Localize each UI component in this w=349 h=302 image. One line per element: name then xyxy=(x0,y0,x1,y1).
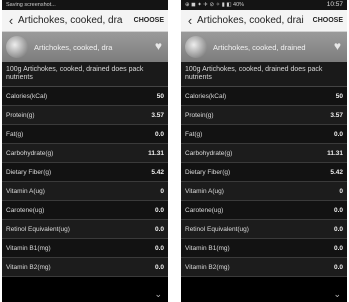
nutrient-name: Protein(g) xyxy=(185,111,214,119)
nutrient-value: 0.0 xyxy=(154,244,164,252)
status-bar: ⊕ ◼ ✦ ✈ ⊘ ✧ ▮ ◧ 40% 10:57 xyxy=(181,0,347,10)
nutrient-name: Vitamin A(ug) xyxy=(6,187,45,195)
status-bar: Saving screenshot... xyxy=(2,0,168,10)
nutrient-row: Fat(g) 0.0 xyxy=(181,125,347,144)
nutrient-description: 100g Artichokes, cooked, drained does pa… xyxy=(2,62,168,87)
left-phone-screen: Saving screenshot... ‹ Artichokes, cooke… xyxy=(2,0,168,302)
nutrient-value: 3.57 xyxy=(151,111,164,119)
nutrient-name: Dietary Fiber(g) xyxy=(6,168,52,176)
banner-label: Artichokes, cooked, drained xyxy=(213,42,306,52)
nutrient-row: Vitamin B1(mg) 0.0 xyxy=(181,239,347,258)
nutrient-name: Fat(g) xyxy=(185,130,203,138)
nutrient-name: Calories(kCal) xyxy=(185,92,227,100)
chevron-down-icon[interactable]: ⌄ xyxy=(333,289,341,300)
app-bar: ‹ Artichokes, cooked, dra CHOOSE xyxy=(2,10,168,32)
right-phone-screen: ⊕ ◼ ✦ ✈ ⊘ ✧ ▮ ◧ 40% 10:57 ‹ Artichokes, … xyxy=(181,0,347,302)
nutrient-value: 0.0 xyxy=(333,244,343,252)
nutrient-name: Vitamin B1(mg) xyxy=(6,244,51,252)
nutrient-row: Vitamin A(ug) 0 xyxy=(181,182,347,201)
nutrient-value: 0.0 xyxy=(333,225,343,233)
nutrient-name: Vitamin A(ug) xyxy=(185,187,224,195)
nutrient-value: 11.31 xyxy=(327,149,343,157)
nutrient-value: 0.0 xyxy=(333,263,343,271)
nutrient-row: Protein(g) 3.57 xyxy=(2,106,168,125)
nutrient-value: 0.0 xyxy=(154,206,164,214)
nutrient-row: Calories(kCal) 50 xyxy=(181,87,347,106)
status-text: Saving screenshot... xyxy=(6,2,56,8)
nutrient-row: Retinol Equivalent(ug) 0.0 xyxy=(181,220,347,239)
nutrient-name: Retinol Equivalent(ug) xyxy=(6,225,70,233)
nutrient-value: 0.0 xyxy=(333,206,343,214)
nutrient-row: Vitamin A(ug) 0 xyxy=(2,182,168,201)
nutrient-row: Protein(g) 3.57 xyxy=(181,106,347,125)
nutrient-value: 0.0 xyxy=(154,225,164,233)
nutrient-row: Carotene(ug) 0.0 xyxy=(181,201,347,220)
nutrient-value: 5.42 xyxy=(330,168,343,176)
heart-icon[interactable]: ♥ xyxy=(334,39,341,53)
back-arrow-icon[interactable]: ‹ xyxy=(183,13,197,28)
heart-icon[interactable]: ♥ xyxy=(155,39,162,53)
nutrient-name: Protein(g) xyxy=(6,111,35,119)
nutrient-value: 0.0 xyxy=(154,263,164,271)
nutrient-value: 0.0 xyxy=(154,130,164,138)
food-banner: Artichokes, cooked, drained ♥ xyxy=(181,32,347,62)
nutrient-value: 3.57 xyxy=(330,111,343,119)
nutrient-name: Vitamin B2(mg) xyxy=(185,263,230,271)
nutrient-value: 5.42 xyxy=(151,168,164,176)
nutrient-value: 11.31 xyxy=(148,149,164,157)
choose-button[interactable]: CHOOSE xyxy=(313,17,347,24)
nutrient-name: Retinol Equivalent(ug) xyxy=(185,225,249,233)
chevron-down-icon[interactable]: ⌄ xyxy=(154,289,162,300)
food-image xyxy=(185,36,207,58)
nutrient-name: Dietary Fiber(g) xyxy=(185,168,231,176)
nutrient-row: Dietary Fiber(g) 5.42 xyxy=(2,163,168,182)
nutrient-row: Vitamin B2(mg) 0.0 xyxy=(181,258,347,277)
nutrient-value: 0 xyxy=(339,187,343,195)
nutrient-list: Calories(kCal) 50 Protein(g) 3.57 Fat(g) 0.… xyxy=(181,87,347,277)
nutrient-row: Dietary Fiber(g) 5.42 xyxy=(181,163,347,182)
nutrient-row: Vitamin B2(mg) 0.0 xyxy=(2,258,168,277)
food-banner: Artichokes, cooked, dra ♥ xyxy=(2,32,168,62)
choose-button[interactable]: CHOOSE xyxy=(134,17,168,24)
nutrient-name: Vitamin B1(mg) xyxy=(185,244,230,252)
nutrient-value: 0 xyxy=(160,187,164,195)
nutrient-list: Calories(kCal) 50 Protein(g) 3.57 Fat(g) 0.… xyxy=(2,87,168,277)
nutrient-name: Fat(g) xyxy=(6,130,24,138)
nutrient-row: Calories(kCal) 50 xyxy=(2,87,168,106)
nutrient-value: 0.0 xyxy=(333,130,343,138)
nutrient-row: Carbohydrate(g) 11.31 xyxy=(2,144,168,163)
nutrient-row: Fat(g) 0.0 xyxy=(2,125,168,144)
nutrient-name: Calories(kCal) xyxy=(6,92,48,100)
nutrient-row: Carbohydrate(g) 11.31 xyxy=(181,144,347,163)
nutrient-description: 100g Artichokes, cooked, drained does pa… xyxy=(181,62,347,87)
status-icons: ⊕ ◼ ✦ ✈ ⊘ ✧ ▮ ◧ 40% xyxy=(185,2,245,8)
food-image xyxy=(6,36,28,58)
nutrient-name: Vitamin B2(mg) xyxy=(6,263,51,271)
nutrient-row: Retinol Equivalent(ug) 0.0 xyxy=(2,220,168,239)
nutrient-value: 50 xyxy=(335,92,343,100)
nutrient-name: Carotene(ug) xyxy=(185,206,224,214)
nutrient-row: Vitamin B1(mg) 0.0 xyxy=(2,239,168,258)
page-title: Artichokes, cooked, dra xyxy=(18,15,123,26)
page-title: Artichokes, cooked, drai xyxy=(197,15,304,26)
status-time: 10:57 xyxy=(326,1,343,8)
nutrient-value: 50 xyxy=(156,92,164,100)
nutrient-name: Carotene(ug) xyxy=(6,206,45,214)
nutrient-name: Carbohydrate(g) xyxy=(6,149,54,157)
nutrient-row: Carotene(ug) 0.0 xyxy=(2,201,168,220)
back-arrow-icon[interactable]: ‹ xyxy=(4,13,18,28)
app-bar: ‹ Artichokes, cooked, drai CHOOSE xyxy=(181,10,347,32)
nutrient-name: Carbohydrate(g) xyxy=(185,149,233,157)
banner-label: Artichokes, cooked, dra xyxy=(34,42,113,52)
